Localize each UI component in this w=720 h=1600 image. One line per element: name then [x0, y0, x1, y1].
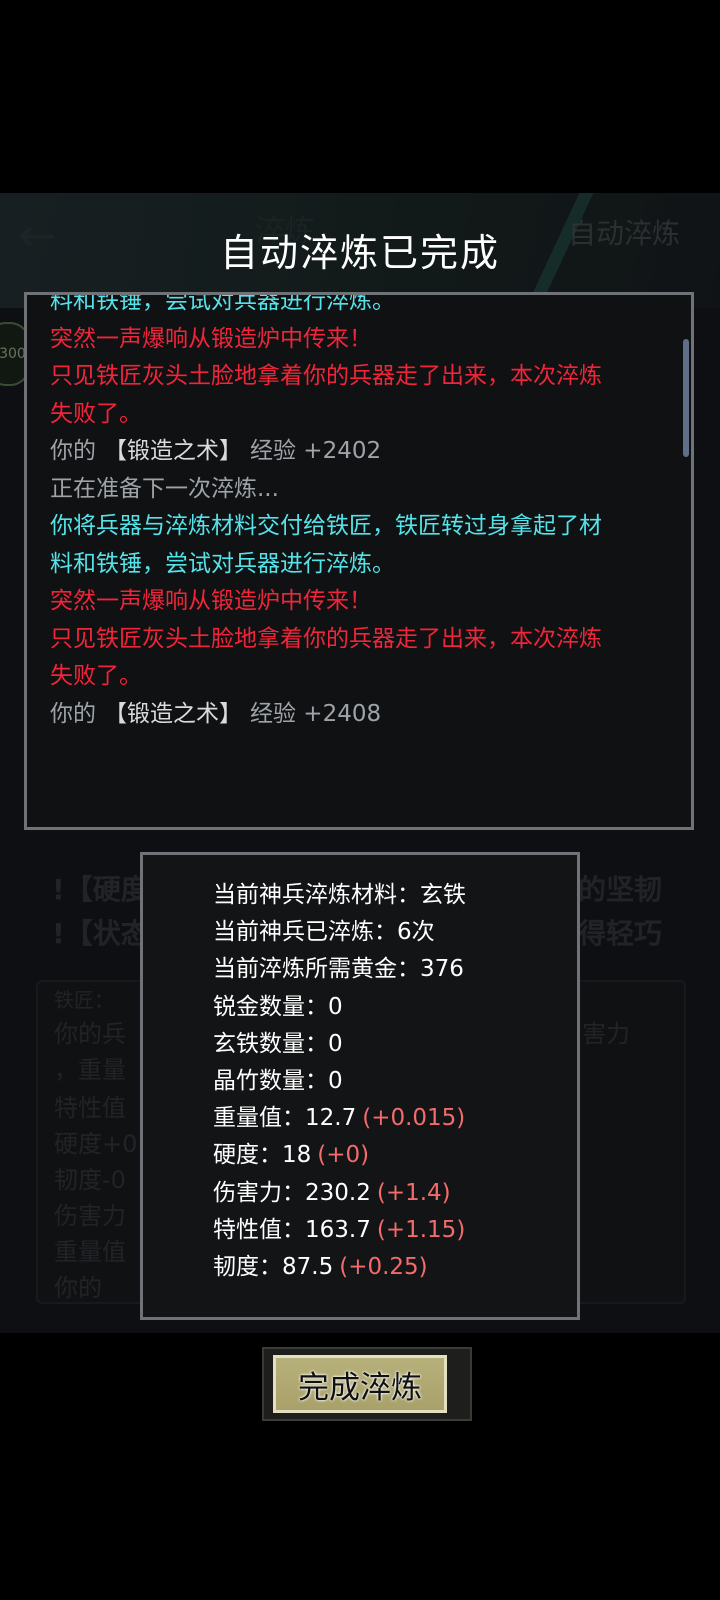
skill-name: 【锻造之术】: [104, 438, 242, 464]
stat-row: 锐金数量：0: [213, 989, 466, 1026]
stat-row: 当前神兵淬炼材料：玄铁: [213, 877, 466, 914]
log-line: 正在准备下一次淬炼...: [50, 475, 279, 502]
stat-label: 伤害力：: [213, 1179, 305, 1206]
log-line: 失败了。: [50, 663, 142, 689]
log-line: 料和铁锤，尝试对兵器进行淬炼。: [50, 550, 395, 577]
log-line: 失败了。: [50, 400, 142, 427]
stat-row: 韧度：87.5 (+0.25): [213, 1249, 466, 1286]
log-line: 料和铁锤，尝试对兵器进行淬炼。: [50, 292, 395, 314]
stat-label: 硬度：: [213, 1142, 282, 1169]
stat-value: 0: [328, 1068, 343, 1095]
stat-value: 玄铁: [420, 882, 466, 908]
stat-label: 当前神兵淬炼材料：: [213, 882, 420, 908]
stat-value: 0: [328, 1030, 343, 1057]
log-line: 突然一声爆响从锻造炉中传来！: [50, 588, 372, 614]
stat-row: 晶竹数量：0: [213, 1063, 466, 1100]
stat-delta: (+0.25): [339, 1254, 428, 1281]
stat-delta: (+0.015): [362, 1105, 466, 1132]
log-line-prefix: 你的: [50, 700, 96, 727]
stat-label: 当前神兵已淬炼：: [213, 919, 397, 946]
stat-value: 230.2: [305, 1179, 371, 1206]
refine-log-list: 料和铁锤，尝试对兵器进行淬炼。 突然一声爆响从锻造炉中传来！ 只见铁匠灰头土脸地拿着…: [50, 295, 670, 734]
stat-value: 12.7: [305, 1105, 357, 1132]
stat-row: 当前神兵已淬炼：6次: [213, 914, 466, 951]
exp-gain: 经验 +2408: [250, 700, 382, 727]
stat-row: 硬度：18 (+0): [213, 1137, 466, 1174]
log-line: 突然一声爆响从锻造炉中传来！: [50, 325, 372, 352]
stat-label: 韧度：: [213, 1254, 282, 1281]
log-scrollbar[interactable]: [683, 339, 689, 457]
stat-value: 163.7: [305, 1216, 371, 1243]
exp-gain: 经验 +2402: [250, 438, 382, 464]
stats-list: 当前神兵淬炼材料：玄铁 当前神兵已淬炼：6次 当前淬炼所需黄金：376 锐金数量：0 玄…: [213, 877, 466, 1286]
stat-row: 特性值：163.7 (+1.15): [213, 1212, 466, 1249]
stat-value: 87.5: [282, 1254, 334, 1281]
log-line: 你将兵器与淬炼材料交付给铁匠，铁匠转过身拿起了材: [50, 513, 602, 539]
stat-row: 重量值：12.7 (+0.015): [213, 1100, 466, 1137]
stat-value: 0: [328, 993, 343, 1020]
stat-value: 6次: [397, 919, 435, 946]
log-line: 你的 【锻造之术】 经验 +2402: [50, 433, 670, 471]
finish-refine-button[interactable]: 完成淬炼: [273, 1355, 447, 1413]
stat-row: 玄铁数量：0: [213, 1026, 466, 1063]
stat-label: 晶竹数量：: [213, 1068, 328, 1095]
stat-row: 当前淬炼所需黄金：376: [213, 951, 466, 988]
modal-title: 自动淬炼已完成: [219, 231, 500, 275]
log-line: 你的 【锻造之术】 经验 +2408: [50, 696, 670, 734]
stat-label: 重量值：: [213, 1105, 305, 1132]
log-line: 只见铁匠灰头土脸地拿着你的兵器走了出来，本次淬炼: [50, 625, 602, 652]
stat-label: 玄铁数量：: [213, 1030, 328, 1057]
stat-value: 376: [420, 956, 464, 983]
stat-delta: (+0): [317, 1142, 370, 1169]
stats-panel: 当前神兵淬炼材料：玄铁 当前神兵已淬炼：6次 当前淬炼所需黄金：376 锐金数量：0 玄…: [140, 852, 580, 1320]
log-line: 只见铁匠灰头土脸地拿着你的兵器走了出来，本次淬炼: [50, 363, 602, 389]
stat-value: 18: [282, 1142, 312, 1169]
stat-label: 当前淬炼所需黄金：: [213, 956, 420, 983]
stat-label: 特性值：: [213, 1216, 305, 1243]
stat-delta: (+1.4): [376, 1179, 451, 1206]
log-line-prefix: 你的: [50, 438, 96, 464]
skill-name: 【锻造之术】: [104, 700, 242, 727]
stat-label: 锐金数量：: [213, 993, 328, 1020]
stat-row: 伤害力：230.2 (+1.4): [213, 1175, 466, 1212]
stat-delta: (+1.15): [376, 1216, 466, 1243]
refine-log-box[interactable]: 料和铁锤，尝试对兵器进行淬炼。 突然一声爆响从锻造炉中传来！ 只见铁匠灰头土脸地拿着…: [24, 292, 694, 830]
